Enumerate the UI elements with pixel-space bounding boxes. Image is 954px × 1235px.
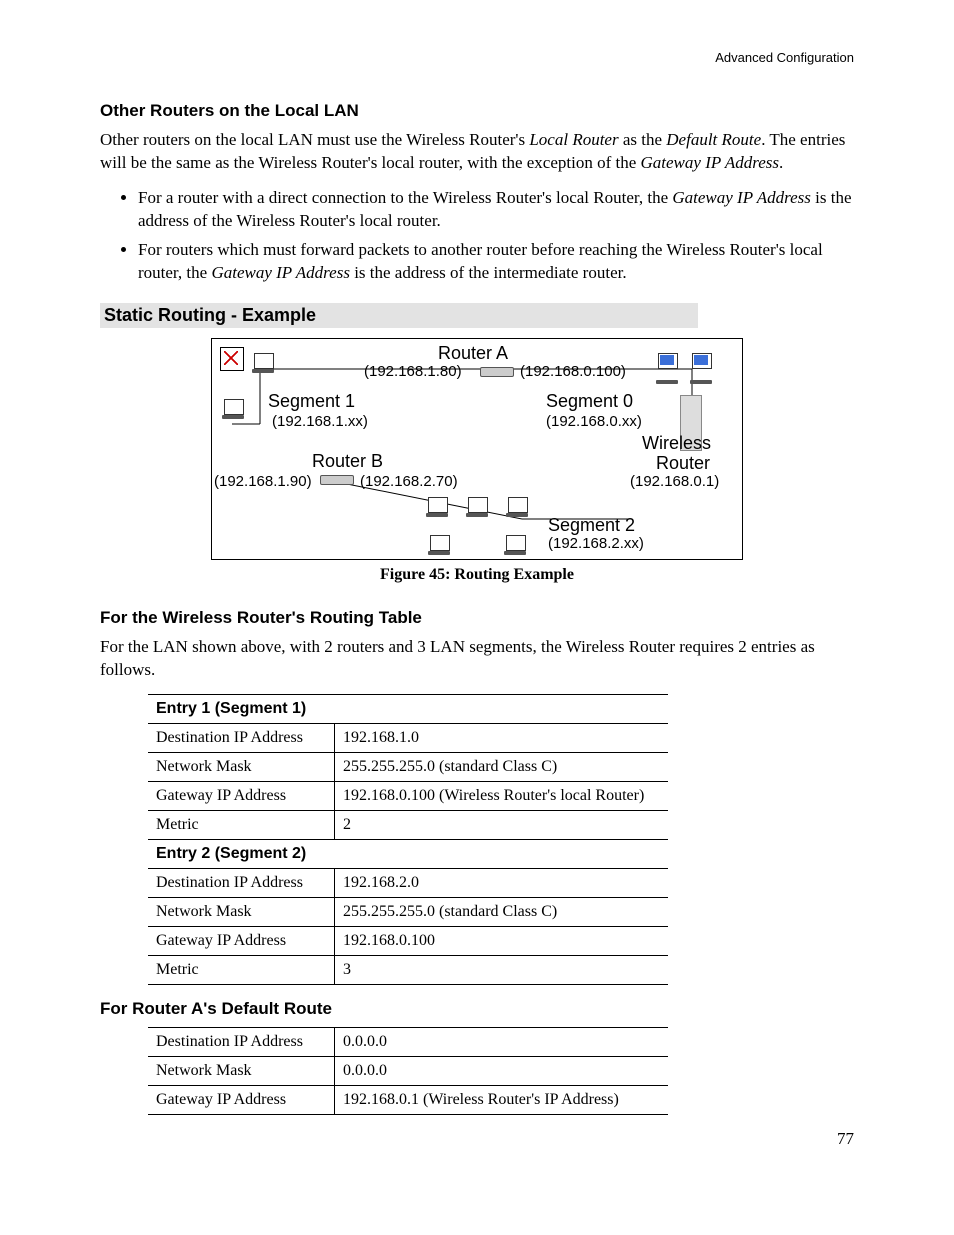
cell-key: Destination IP Address	[148, 868, 335, 897]
cell-value: 192.168.0.100	[335, 926, 669, 955]
paragraph-other-routers: Other routers on the local LAN must use …	[100, 129, 854, 175]
cell-value: 192.168.0.100 (Wireless Router's local R…	[335, 781, 669, 810]
router-icon	[480, 367, 514, 377]
text: Other routers on the local LAN must use …	[100, 130, 529, 149]
cell-value: 192.168.2.0	[335, 868, 669, 897]
page-number: 77	[837, 1129, 854, 1149]
cell-key: Network Mask	[148, 752, 335, 781]
computer-icon	[658, 353, 678, 369]
label-router-a-right-ip: (192.168.0.100)	[520, 363, 626, 380]
header-section-label: Advanced Configuration	[100, 50, 854, 65]
routing-table-entries: Entry 1 (Segment 1) Destination IP Addre…	[148, 694, 668, 985]
computer-icon	[508, 497, 528, 513]
computer-icon	[224, 399, 244, 415]
cell-value: 255.255.255.0 (standard Class C)	[335, 897, 669, 926]
heading-routing-table: For the Wireless Router's Routing Table	[100, 608, 854, 628]
label-segment-0-ip: (192.168.0.xx)	[546, 413, 642, 430]
label-segment-2-ip: (192.168.2.xx)	[548, 535, 644, 552]
cell-value: 2	[335, 810, 669, 839]
cell-key: Gateway IP Address	[148, 781, 335, 810]
heading-static-routing: Static Routing - Example	[100, 303, 698, 328]
label-segment-1: Segment 1	[268, 391, 355, 412]
cell-key: Gateway IP Address	[148, 926, 335, 955]
computer-icon	[506, 535, 526, 551]
cell-value: 0.0.0.0	[335, 1056, 669, 1085]
label-router-a-left-ip: (192.168.1.80)	[364, 363, 462, 380]
cell-value: 255.255.255.0 (standard Class C)	[335, 752, 669, 781]
page: Advanced Configuration Other Routers on …	[0, 0, 954, 1235]
text: For a router with a direct connection to…	[138, 188, 672, 207]
text-italic: Local Router	[529, 130, 618, 149]
computer-icon	[428, 497, 448, 513]
label-router-b-right-ip: (192.168.2.70)	[360, 473, 458, 490]
bullet-list: For a router with a direct connection to…	[100, 187, 854, 285]
cell-value: 3	[335, 955, 669, 984]
routing-diagram: Router A (192.168.1.80) (192.168.0.100) …	[211, 338, 743, 560]
computer-icon	[692, 353, 712, 369]
table-header-entry-2: Entry 2 (Segment 2)	[148, 839, 668, 868]
cell-key: Network Mask	[148, 1056, 335, 1085]
text-italic: Gateway IP Address	[641, 153, 780, 172]
list-item: For a router with a direct connection to…	[138, 187, 854, 233]
computer-icon	[254, 353, 274, 369]
label-segment-1-ip: (192.168.1.xx)	[272, 413, 368, 430]
text: .	[779, 153, 783, 172]
text-italic: Default Route	[666, 130, 761, 149]
cell-key: Metric	[148, 955, 335, 984]
computer-icon	[468, 497, 488, 513]
label-segment-2: Segment 2	[548, 515, 635, 536]
label-router-w: Router	[656, 453, 710, 474]
heading-other-routers: Other Routers on the Local LAN	[100, 101, 854, 121]
cell-key: Destination IP Address	[148, 1027, 335, 1056]
heading-router-a-default: For Router A's Default Route	[100, 999, 854, 1019]
cell-value: 192.168.1.0	[335, 723, 669, 752]
cell-key: Gateway IP Address	[148, 1085, 335, 1114]
figure-caption: Figure 45: Routing Example	[100, 566, 854, 584]
label-router-b-left-ip: (192.168.1.90)	[214, 473, 312, 490]
text: as the	[619, 130, 667, 149]
table-header-entry-1: Entry 1 (Segment 1)	[148, 694, 668, 723]
label-wireless: Wireless	[642, 433, 711, 454]
text-italic: Gateway IP Address	[211, 263, 350, 282]
router-a-default-table: Destination IP Address0.0.0.0 Network Ma…	[148, 1027, 668, 1115]
computer-icon	[430, 535, 450, 551]
cell-value: 192.168.0.1 (Wireless Router's IP Addres…	[335, 1085, 669, 1114]
label-router-a: Router A	[438, 343, 508, 364]
text: is the address of the intermediate route…	[350, 263, 627, 282]
label-segment-0: Segment 0	[546, 391, 633, 412]
label-wireless-ip: (192.168.0.1)	[630, 473, 719, 490]
list-item: For routers which must forward packets t…	[138, 239, 854, 285]
cell-key: Network Mask	[148, 897, 335, 926]
text-italic: Gateway IP Address	[672, 188, 811, 207]
missing-image-icon	[220, 347, 244, 371]
cell-key: Metric	[148, 810, 335, 839]
router-icon	[320, 475, 354, 485]
cell-key: Destination IP Address	[148, 723, 335, 752]
paragraph-routing-table: For the LAN shown above, with 2 routers …	[100, 636, 854, 682]
label-router-b: Router B	[312, 451, 383, 472]
cell-value: 0.0.0.0	[335, 1027, 669, 1056]
